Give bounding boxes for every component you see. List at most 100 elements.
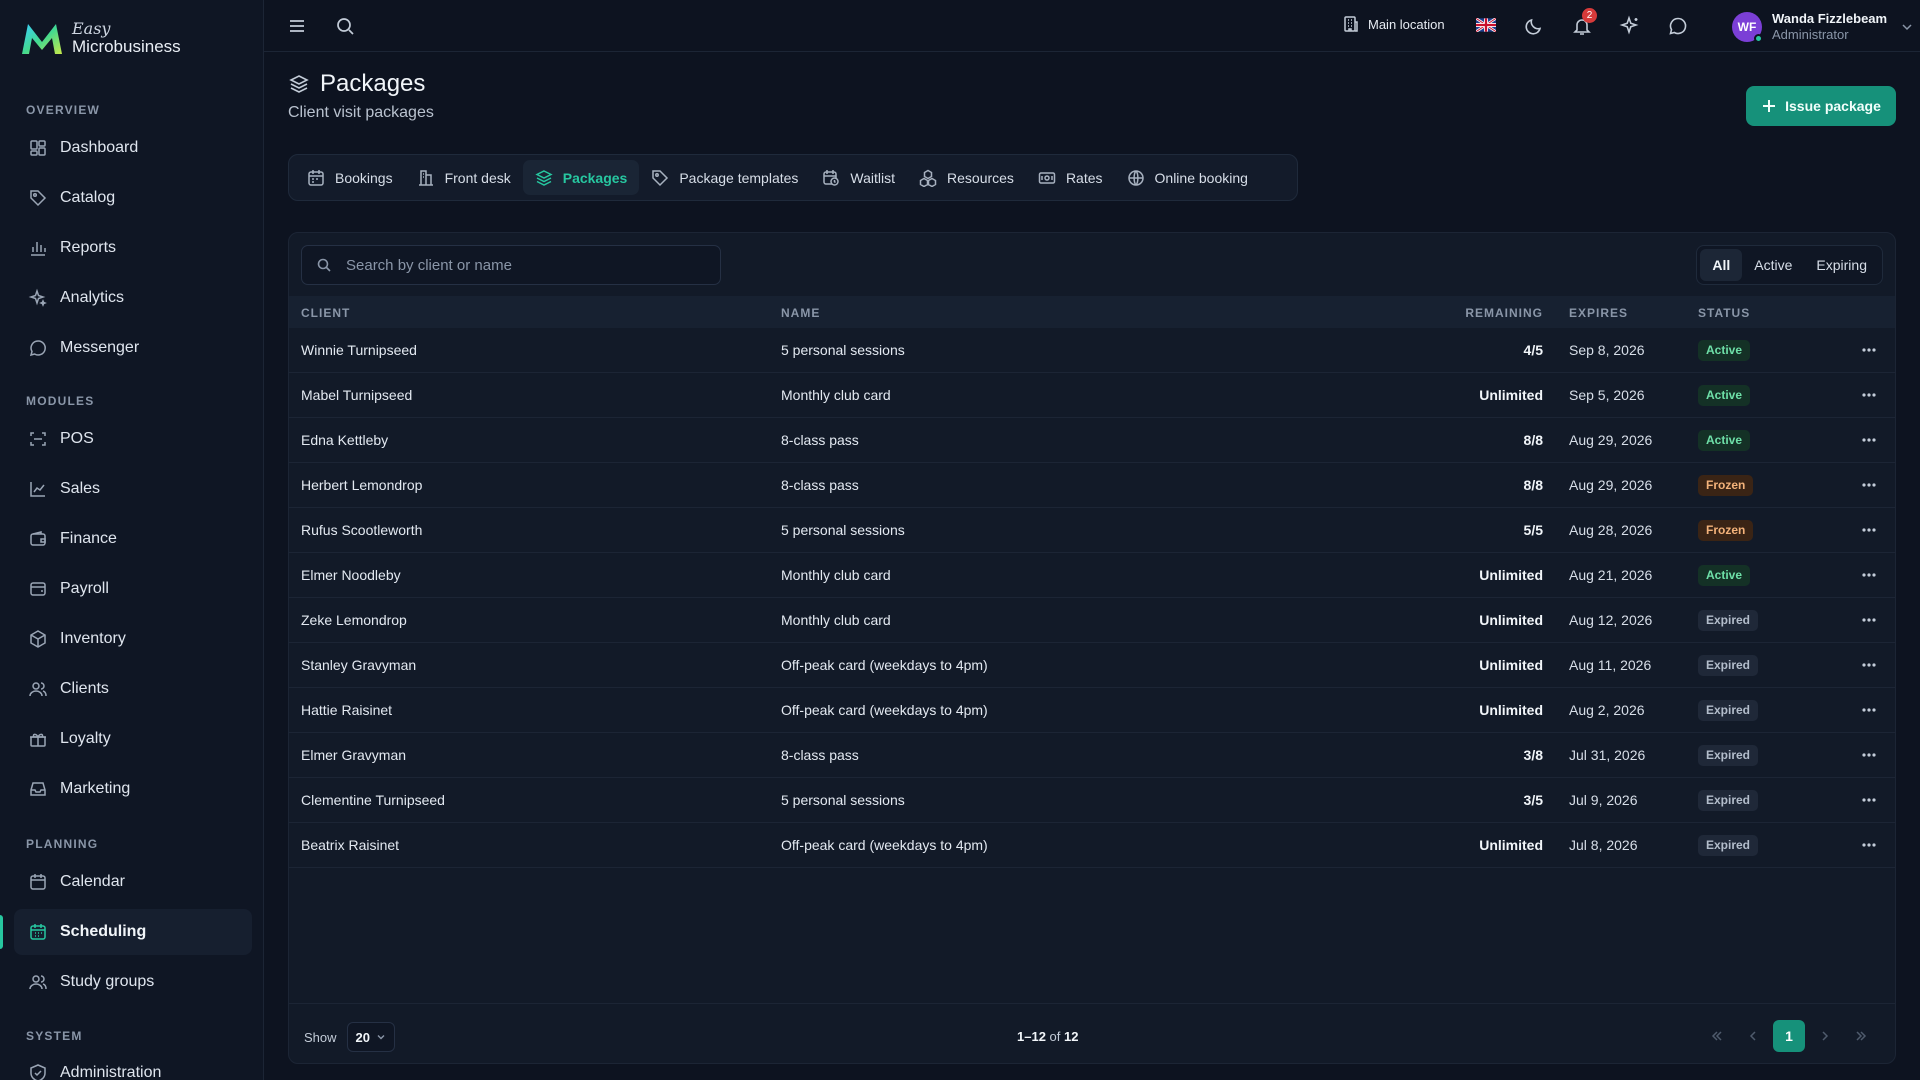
more-actions-icon[interactable]: [1859, 745, 1879, 765]
sidebar-item-label: Dashboard: [60, 139, 139, 156]
client-cell: Elmer Noodleby: [301, 567, 401, 583]
page-size-select[interactable]: 20: [346, 1022, 395, 1052]
sidebar-item-inventory[interactable]: Inventory: [14, 616, 252, 662]
search-box[interactable]: [301, 245, 721, 285]
table-row[interactable]: Elmer Noodleby Monthly club card Unlimited…: [289, 553, 1895, 598]
more-actions-icon[interactable]: [1859, 610, 1879, 630]
filter-expiring[interactable]: Expiring: [1804, 249, 1879, 281]
brand-logo[interactable]: Easy Microbusiness: [18, 18, 181, 58]
table-row[interactable]: Herbert Lemondrop 8-class pass 8/8 Aug 29, …: [289, 463, 1895, 508]
table-row[interactable]: Hattie Raisinet Off-peak card (weekdays t…: [289, 688, 1895, 733]
next-page-button[interactable]: [1809, 1020, 1841, 1052]
sidebar-item-sales[interactable]: Sales: [14, 466, 252, 512]
table-row[interactable]: Beatrix Raisinet Off-peak card (weekdays …: [289, 823, 1895, 868]
status-badge: Active: [1698, 565, 1751, 586]
sidebar-item-messenger[interactable]: Messenger: [14, 325, 252, 371]
dashboard-icon: [30, 140, 46, 156]
sidebar-item-administration[interactable]: Administration: [14, 1050, 252, 1080]
more-actions-icon[interactable]: [1859, 520, 1879, 540]
search-icon[interactable]: [334, 15, 356, 37]
sidebar-item-pos[interactable]: POS: [14, 416, 252, 462]
sidebar-item-clients[interactable]: Clients: [14, 666, 252, 712]
sidebar-item-scheduling[interactable]: Scheduling: [14, 909, 252, 955]
table-row[interactable]: Winnie Turnipseed 5 personal sessions 4/5 S…: [289, 328, 1895, 373]
more-actions-icon[interactable]: [1859, 430, 1879, 450]
tab-label: Package templates: [679, 169, 799, 186]
moon-icon[interactable]: [1523, 15, 1545, 37]
chat-icon[interactable]: [1667, 15, 1689, 37]
desk-icon: [418, 169, 433, 186]
client-cell: Edna Kettleby: [301, 432, 389, 448]
table-row[interactable]: Zeke Lemondrop Monthly club card Unlimited…: [289, 598, 1895, 643]
table-row[interactable]: Elmer Gravyman 8-class pass 3/8 Jul 31, 202…: [289, 733, 1895, 778]
filter-active[interactable]: Active: [1742, 249, 1804, 281]
sidebar-item-finance[interactable]: Finance: [14, 516, 252, 562]
tab-waitlist[interactable]: Waitlist: [810, 160, 907, 195]
column-name[interactable]: NAME: [781, 306, 820, 320]
tab-rates[interactable]: Rates: [1026, 160, 1115, 195]
more-actions-icon[interactable]: [1859, 475, 1879, 495]
tab-packages[interactable]: Packages: [522, 160, 640, 195]
sidebar-item-marketing[interactable]: Marketing: [14, 766, 252, 812]
remaining-cell: Unlimited: [1479, 657, 1543, 673]
more-actions-icon[interactable]: [1859, 700, 1879, 720]
last-page-button[interactable]: [1845, 1020, 1877, 1052]
column-status[interactable]: STATUS: [1698, 306, 1750, 320]
column-expires[interactable]: EXPIRES: [1569, 306, 1628, 320]
sidebar-item-payroll[interactable]: Payroll: [14, 566, 252, 612]
package-name-cell: Off-peak card (weekdays to 4pm): [781, 702, 988, 718]
location-selector[interactable]: Main location: [1342, 15, 1445, 33]
sparkle-icon[interactable]: [1619, 15, 1641, 37]
table-footer: Show 20 1–12 of 12 1: [289, 1003, 1895, 1063]
first-page-button[interactable]: [1701, 1020, 1733, 1052]
filter-all[interactable]: All: [1700, 249, 1743, 281]
menu-icon[interactable]: [286, 15, 308, 37]
tag-icon: [30, 190, 47, 207]
column-client[interactable]: CLIENT: [301, 306, 350, 320]
tab-label: Resources: [947, 169, 1014, 186]
chevron-left-icon: [1749, 1031, 1756, 1041]
wallet-icon: [30, 531, 46, 546]
more-actions-icon[interactable]: [1859, 655, 1879, 675]
tab-bookings[interactable]: Bookings: [295, 160, 405, 195]
page-size-control: Show 20: [304, 1022, 395, 1052]
sidebar-item-catalog[interactable]: Catalog: [14, 175, 252, 221]
table-row[interactable]: Edna Kettleby 8-class pass 8/8 Aug 29, 2026…: [289, 418, 1895, 463]
tab-online-booking[interactable]: Online booking: [1115, 160, 1260, 195]
ticket-icon: [1038, 171, 1056, 184]
table-row[interactable]: Rufus Scootleworth 5 personal sessions 5/5…: [289, 508, 1895, 553]
more-actions-icon[interactable]: [1859, 835, 1879, 855]
uk-flag-icon[interactable]: [1476, 18, 1496, 32]
search-input[interactable]: [346, 256, 706, 274]
page-button-current[interactable]: 1: [1773, 1020, 1805, 1052]
column-remaining[interactable]: REMAINING: [1465, 306, 1543, 320]
tab-package-templates[interactable]: Package templates: [639, 160, 810, 195]
sidebar-item-study-groups[interactable]: Study groups: [14, 959, 252, 1005]
client-cell: Clementine Turnipseed: [301, 792, 445, 808]
tab-resources[interactable]: Resources: [907, 160, 1026, 195]
table-row[interactable]: Clementine Turnipseed 5 personal sessions…: [289, 778, 1895, 823]
tab-front-desk[interactable]: Front desk: [405, 160, 523, 195]
sidebar-item-analytics[interactable]: Analytics: [14, 275, 252, 321]
sidebar-item-label: Loyalty: [60, 730, 111, 747]
user-menu[interactable]: WF Wanda Fizzlebeam Administrator: [1732, 11, 1913, 43]
sidebar-item-label: Scheduling: [60, 923, 147, 940]
sidebar-item-dashboard[interactable]: Dashboard: [14, 125, 252, 171]
more-actions-icon[interactable]: [1859, 790, 1879, 810]
sidebar-item-loyalty[interactable]: Loyalty: [14, 716, 252, 762]
more-actions-icon[interactable]: [1859, 340, 1879, 360]
sidebar-item-calendar[interactable]: Calendar: [14, 859, 252, 905]
more-actions-icon[interactable]: [1859, 565, 1879, 585]
table-row[interactable]: Mabel Turnipseed Monthly club card Unlimit…: [289, 373, 1895, 418]
table-row[interactable]: Stanley Gravyman Off-peak card (weekdays …: [289, 643, 1895, 688]
sidebar-item-reports[interactable]: Reports: [14, 225, 252, 271]
avatar: WF: [1732, 11, 1763, 43]
search-icon: [317, 258, 331, 272]
location-label: Main location: [1368, 16, 1445, 32]
issue-package-button[interactable]: Issue package: [1746, 86, 1896, 126]
prev-page-button[interactable]: [1737, 1020, 1769, 1052]
more-actions-icon[interactable]: [1859, 385, 1879, 405]
client-cell: Herbert Lemondrop: [301, 477, 423, 493]
active-indicator: [0, 915, 3, 949]
users-icon: [29, 975, 47, 990]
